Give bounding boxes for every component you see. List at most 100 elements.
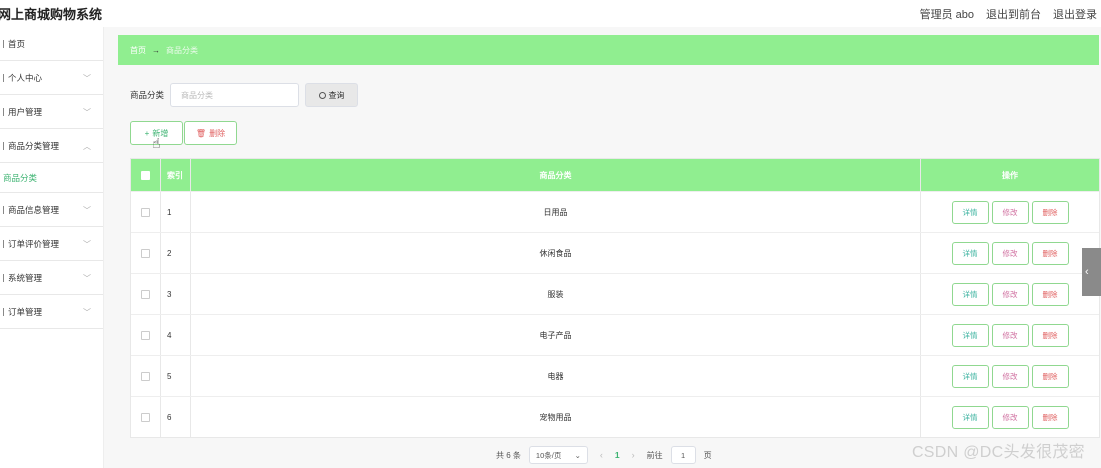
category-table: 索引 商品分类 操作 1 日用品 详情 修改 删除 2 休闲食品 详情 修改 删除 3 服装 详情 修改删…	[130, 158, 1100, 438]
table-row: 5 电器 详情 修改 删除	[131, 355, 1099, 396]
sidebar-item-label: 订单管理	[8, 306, 43, 317]
row-index: 6	[161, 397, 191, 437]
sidebar-item-users[interactable]: 用户管理 ﹀	[0, 95, 103, 129]
plus-icon: +	[144, 128, 150, 138]
detail-button[interactable]: 详情	[951, 364, 989, 388]
delete-button[interactable]: 删除	[1031, 200, 1069, 224]
detail-button[interactable]: 详情	[951, 405, 989, 429]
order-icon	[0, 307, 4, 316]
top-header: 网上商城购物系统 管理员 abo 退出到前台 退出登录	[0, 0, 1101, 27]
exit-to-front-link[interactable]: 退出到前台	[986, 6, 1041, 22]
row-checkbox[interactable]	[141, 412, 150, 422]
hand-cursor-icon: ☝	[152, 135, 161, 151]
search-label: 商品分类	[130, 90, 165, 100]
row-checkbox[interactable]	[141, 289, 150, 299]
users-icon	[0, 107, 4, 116]
row-index: 1	[161, 192, 191, 232]
row-checkbox-cell	[131, 233, 161, 273]
row-checkbox-cell	[131, 192, 161, 232]
goto-page-input[interactable]: 1	[670, 446, 696, 464]
row-index: 3	[161, 274, 191, 314]
row-checkbox[interactable]	[141, 330, 150, 340]
search-bar: 商品分类 查询	[130, 83, 359, 107]
sidebar-item-label: 商品分类管理	[8, 140, 60, 151]
search-icon	[318, 91, 326, 99]
row-category: 休闲食品	[191, 233, 921, 273]
delete-button[interactable]: 删除	[1031, 323, 1069, 347]
edit-button[interactable]: 修改	[991, 364, 1029, 388]
header-actions: 管理员 abo 退出到前台 退出登录	[920, 6, 1097, 22]
chevron-down-icon: ﹀	[83, 206, 91, 215]
table-row: 6 宠物用品 详情 修改 删除	[131, 396, 1099, 437]
header-ops: 操作	[1002, 170, 1018, 180]
sidebar-item-category-mgmt[interactable]: 商品分类管理 ︿	[0, 129, 103, 163]
row-index: 5	[161, 356, 191, 396]
sidebar-subitem-category[interactable]: 商品分类	[0, 163, 103, 193]
delete-button[interactable]: 删除	[1031, 282, 1069, 306]
row-ops: 详情 修改 删除	[921, 315, 1099, 355]
goto-label: 前往	[646, 450, 663, 460]
pagination-total: 共 6 条	[496, 450, 521, 460]
sidebar-item-profile[interactable]: 个人中心 ﹀	[0, 61, 103, 95]
edit-button[interactable]: 修改	[991, 405, 1029, 429]
chevron-up-icon: ︿	[83, 142, 91, 151]
row-index: 2	[161, 233, 191, 273]
delete-button[interactable]: 删除	[1031, 364, 1069, 388]
prev-page-button[interactable]: ‹	[596, 450, 607, 460]
next-page-button[interactable]: ›	[628, 450, 639, 460]
sidebar: 首页 个人中心 ﹀ 用户管理 ﹀ 商品分类管理 ︿ 商品分类 商品信息管理 ﹀ …	[0, 27, 104, 468]
sidebar-item-order-review[interactable]: 订单评价管理 ﹀	[0, 227, 103, 261]
row-ops: 详情 修改 删除	[921, 397, 1099, 437]
breadcrumb: 首页 → 商品分类	[118, 35, 1099, 65]
delete-button[interactable]: 删除	[1031, 405, 1069, 429]
category-icon	[0, 141, 4, 150]
chevron-down-icon: ⌄	[574, 450, 581, 460]
sidebar-item-label: 首页	[8, 38, 26, 49]
side-collapse-tab[interactable]: ‹	[1082, 248, 1101, 296]
edit-button[interactable]: 修改	[991, 282, 1029, 306]
detail-button[interactable]: 详情	[951, 241, 989, 265]
edit-button[interactable]: 修改	[991, 200, 1029, 224]
header-checkbox-cell	[131, 159, 161, 191]
app-title: 网上商城购物系统	[0, 7, 103, 22]
row-category: 电子产品	[191, 315, 921, 355]
detail-button[interactable]: 详情	[951, 282, 989, 306]
chevron-down-icon: ﹀	[83, 308, 91, 317]
page-size-select[interactable]: 10条/页 ⌄	[528, 446, 588, 464]
row-category: 日用品	[191, 192, 921, 232]
chevron-down-icon: ﹀	[83, 274, 91, 283]
table-row: 3 服装 详情 修改 删除	[131, 273, 1099, 314]
row-checkbox[interactable]	[141, 207, 150, 217]
delete-button[interactable]: 删除	[1031, 241, 1069, 265]
chevron-down-icon: ﹀	[83, 74, 91, 83]
row-checkbox-cell	[131, 315, 161, 355]
row-ops: 详情 修改 删除	[921, 274, 1099, 314]
category-search-input[interactable]	[170, 83, 300, 107]
sidebar-item-product-info[interactable]: 商品信息管理 ﹀	[0, 193, 103, 227]
table-body: 1 日用品 详情 修改 删除 2 休闲食品 详情 修改 删除 3 服装 详情 修改 删除 4 电子产品 详情 修改删…	[131, 191, 1099, 437]
delete-button-label: 删除	[209, 128, 226, 138]
row-category: 宠物用品	[191, 397, 921, 437]
current-page-number[interactable]: 1	[615, 450, 620, 460]
sidebar-item-system[interactable]: 系统管理 ﹀	[0, 261, 103, 295]
sidebar-item-orders[interactable]: 订单管理 ﹀	[0, 295, 103, 329]
select-all-checkbox[interactable]	[141, 170, 150, 180]
search-button[interactable]: 查询	[305, 83, 359, 107]
search-button-label: 查询	[328, 90, 345, 100]
chevron-down-icon: ﹀	[83, 108, 91, 117]
edit-button[interactable]: 修改	[991, 241, 1029, 265]
breadcrumb-home[interactable]: 首页	[130, 45, 146, 56]
row-ops: 详情 修改 删除	[921, 233, 1099, 273]
logout-link[interactable]: 退出登录	[1053, 6, 1097, 22]
row-ops: 详情 修改 删除	[921, 192, 1099, 232]
row-ops: 详情 修改 删除	[921, 356, 1099, 396]
batch-delete-button[interactable]: 🗑 删除	[184, 121, 237, 145]
detail-button[interactable]: 详情	[951, 200, 989, 224]
edit-button[interactable]: 修改	[991, 323, 1029, 347]
detail-button[interactable]: 详情	[951, 323, 989, 347]
sidebar-item-home[interactable]: 首页	[0, 27, 103, 61]
row-checkbox-cell	[131, 274, 161, 314]
sidebar-item-label: 个人中心	[8, 72, 43, 83]
row-checkbox[interactable]	[141, 248, 150, 258]
row-checkbox[interactable]	[141, 371, 150, 381]
